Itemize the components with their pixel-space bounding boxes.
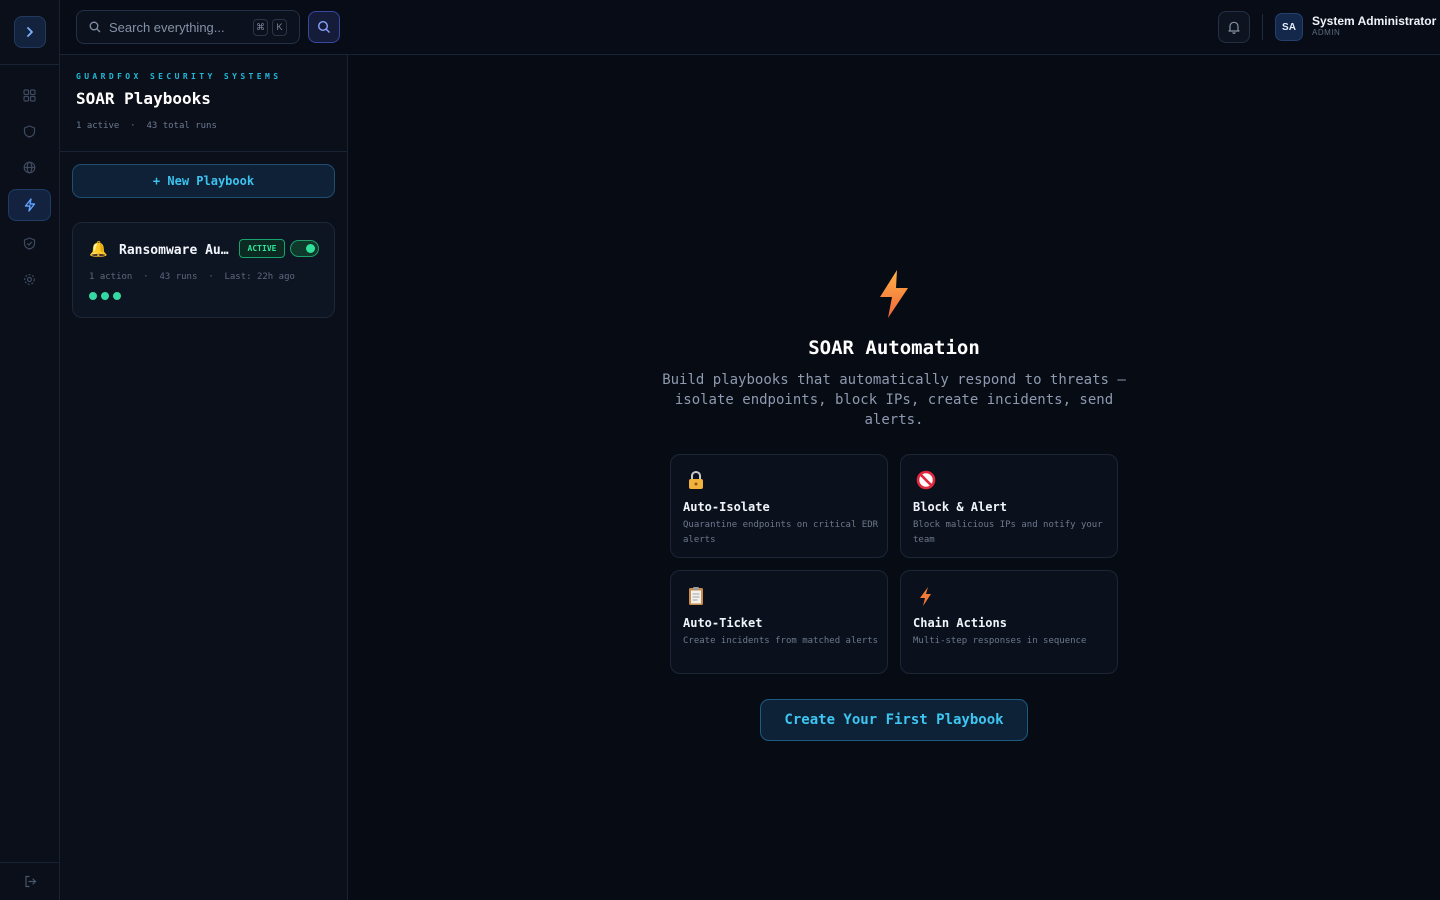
toggle-knob xyxy=(306,244,315,253)
feature-card-chain-actions: Chain Actions Multi-step responses in se… xyxy=(900,570,1118,674)
playbook-panel: GUARDFOX SECURITY SYSTEMS SOAR Playbooks… xyxy=(60,55,348,900)
playbook-name: Ransomware Auto-Isolate xyxy=(119,243,229,258)
empty-state-title: SOAR Automation xyxy=(808,337,980,359)
nav-security[interactable] xyxy=(8,115,51,147)
divider xyxy=(0,862,59,863)
nav-network[interactable] xyxy=(8,151,51,183)
run-dot xyxy=(101,292,109,300)
kbd-key: K xyxy=(272,18,287,36)
new-playbook-button[interactable]: + New Playbook xyxy=(72,164,335,198)
kbd-cmd: ⌘ xyxy=(253,18,268,36)
nav-dashboard[interactable] xyxy=(8,79,51,111)
run-status-dots xyxy=(89,292,121,300)
avatar[interactable]: SA xyxy=(1275,13,1303,41)
lightning-icon xyxy=(24,198,35,212)
divider xyxy=(1262,14,1263,40)
lightning-icon xyxy=(880,270,908,318)
user-role: ADMIN xyxy=(1312,28,1341,37)
top-bar: ⌘ K SA System Administrator ADMIN xyxy=(60,0,1440,55)
logout-button[interactable] xyxy=(14,866,46,896)
empty-state-description: Build playbooks that automatically respo… xyxy=(662,372,1126,428)
feature-title: Auto-Ticket xyxy=(683,616,763,630)
shield-icon xyxy=(23,124,36,138)
notifications-button[interactable] xyxy=(1218,11,1250,43)
feature-title: Block & Alert xyxy=(913,500,1007,514)
shield-check-icon xyxy=(23,236,36,250)
run-dot xyxy=(113,292,121,300)
feature-card-auto-isolate: Auto-Isolate Quarantine endpoints on cri… xyxy=(670,454,888,558)
main-content: SOAR Automation Build playbooks that aut… xyxy=(348,55,1440,900)
nav-compliance[interactable] xyxy=(8,227,51,259)
feature-title: Auto-Isolate xyxy=(683,500,770,514)
lightning-icon xyxy=(920,587,931,606)
page-title: SOAR Playbooks xyxy=(76,89,211,108)
search-icon xyxy=(89,21,101,33)
block-icon xyxy=(916,470,936,490)
feature-title: Chain Actions xyxy=(913,616,1007,630)
expand-sidebar-button[interactable] xyxy=(14,16,46,48)
feature-description: Create incidents from matched alerts xyxy=(683,636,879,646)
logout-icon xyxy=(24,875,36,887)
nav-rail xyxy=(0,0,60,900)
grid-icon xyxy=(23,88,36,102)
brand-label: GUARDFOX SECURITY SYSTEMS xyxy=(76,72,282,81)
feature-card-block-alert: Block & Alert Block malicious IPs and no… xyxy=(900,454,1118,558)
nav-soar[interactable] xyxy=(8,189,51,221)
feature-description: Block malicious IPs and notify your team xyxy=(913,520,1103,545)
lock-icon xyxy=(689,470,703,489)
feature-description: Quarantine endpoints on critical EDR ale… xyxy=(683,520,879,545)
divider xyxy=(60,151,347,152)
search-input[interactable] xyxy=(109,19,249,35)
playbook-enabled-toggle[interactable] xyxy=(290,240,319,257)
search-button[interactable] xyxy=(308,11,340,43)
search-icon xyxy=(317,20,330,33)
feature-card-auto-ticket: Auto-Ticket Create incidents from matche… xyxy=(670,570,888,674)
search-box[interactable]: ⌘ K xyxy=(76,10,300,44)
globe-icon xyxy=(23,161,36,173)
chevron-right-icon xyxy=(27,27,33,37)
user-name: System Administrator xyxy=(1312,14,1437,28)
status-badge: ACTIVE xyxy=(239,239,285,258)
feature-description: Multi-step responses in sequence xyxy=(913,636,1087,646)
create-first-playbook-button[interactable]: Create Your First Playbook xyxy=(760,699,1028,741)
bell-icon: 🔔 xyxy=(89,240,108,258)
gear-icon xyxy=(24,273,35,285)
bell-icon xyxy=(1228,21,1240,34)
playbook-card[interactable]: 🔔 Ransomware Auto-Isolate ACTIVE 1 actio… xyxy=(72,222,335,318)
divider xyxy=(0,64,59,65)
run-dot xyxy=(89,292,97,300)
playbook-meta: 1 action · 43 runs · Last: 22h ago xyxy=(89,272,295,282)
playbook-stats: 1 active · 43 total runs xyxy=(76,121,217,131)
clipboard-icon xyxy=(689,587,703,605)
nav-settings[interactable] xyxy=(8,263,51,295)
